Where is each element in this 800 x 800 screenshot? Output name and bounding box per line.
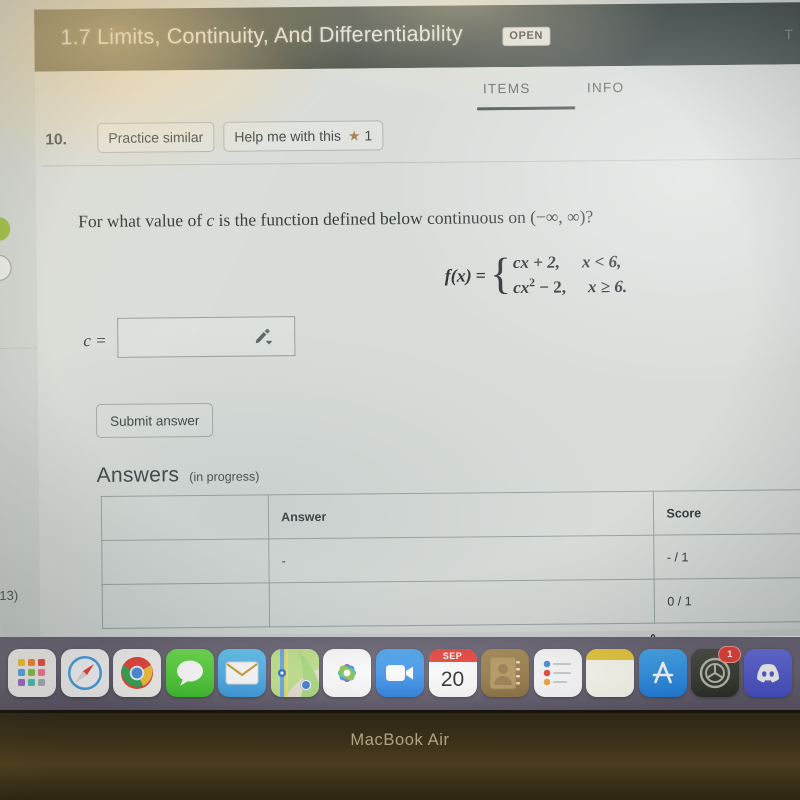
row2-blank [102, 582, 270, 629]
answers-table: Answer Score - - / 1 0 / 1 [101, 489, 800, 629]
dock-icon-row: SEP 20 1 [0, 643, 800, 703]
tab-active-indicator [477, 106, 576, 110]
row2-answer [269, 579, 656, 627]
submit-answer-label: Submit answer [110, 412, 200, 429]
system-settings-icon[interactable]: 1 [691, 646, 742, 697]
answers-status: (in progress) [189, 469, 260, 485]
maps-icon[interactable] [270, 649, 319, 697]
problem-number: 10. [45, 131, 68, 149]
practice-similar-button[interactable]: Practice similar [97, 121, 215, 154]
discord-icon[interactable] [743, 649, 792, 697]
bezel-edge-line [0, 710, 800, 713]
progress-dot-outline[interactable]: : [0, 254, 12, 282]
photograph-of-laptop-screen: : /13) 1.7 Limits, Continuity, And Diffe… [0, 0, 800, 800]
calendar-month: SEP [428, 649, 477, 662]
app-store-icon[interactable] [638, 649, 687, 697]
mail-icon[interactable] [218, 649, 267, 697]
help-count: 1 [364, 127, 373, 144]
case1-expression: cx + 2, [512, 252, 561, 273]
help-me-label: Help me with this [234, 127, 342, 145]
header-cutoff-text: T [784, 26, 794, 43]
table-row[interactable]: 0 / 1 [102, 577, 800, 629]
question-prompt-part2: is the function defined below continuous… [214, 206, 531, 230]
photos-icon[interactable] [323, 649, 372, 697]
pencil-icon[interactable] [253, 327, 273, 345]
sidebar-score-fragment: /13) [0, 587, 19, 604]
hand-cursor-icon [645, 630, 668, 637]
piecewise-function: f(x) = { cx + 2, x < 6, cx2 − 2, x ≥ 6. [444, 248, 628, 300]
table-row[interactable]: - - / 1 [101, 533, 800, 585]
settings-badge: 1 [718, 646, 742, 663]
table-header-row: Answer Score [101, 489, 800, 541]
device-label: MacBook Air [350, 731, 450, 749]
column-header-blank [101, 494, 269, 541]
screen-content: : /13) 1.7 Limits, Continuity, And Diffe… [0, 0, 800, 637]
column-header-score: Score [653, 489, 800, 536]
case2-expression-base: cx [513, 277, 530, 297]
row1-score: - / 1 [654, 533, 800, 580]
row2-score: 0 / 1 [654, 577, 800, 624]
laptop-bezel [0, 710, 800, 800]
practice-similar-label: Practice similar [108, 128, 204, 146]
app-header-bar: 1.7 Limits, Continuity, And Differentiab… [34, 2, 800, 72]
question-prompt: For what value of c is the function defi… [78, 206, 593, 232]
case2-expression-tail: − 2, [534, 277, 567, 297]
assignment-page: ITEMS INFO 10. Practice similar Help me … [34, 64, 800, 637]
status-badge: OPEN [502, 26, 551, 47]
case2-condition: x ≥ 6. [587, 276, 628, 296]
messages-icon[interactable] [165, 649, 214, 697]
answers-heading: Answers (in progress) [96, 462, 259, 488]
laptop-screen: : /13) 1.7 Limits, Continuity, And Diffe… [0, 0, 800, 637]
launchpad-icon[interactable] [8, 649, 56, 697]
tab-bar: ITEMS INFO [465, 73, 715, 115]
calendar-day: 20 [440, 667, 465, 691]
safari-icon[interactable] [60, 649, 109, 697]
calendar-icon[interactable]: SEP 20 [428, 649, 477, 697]
left-brace: { [489, 248, 512, 299]
facetime-icon[interactable] [375, 649, 424, 697]
notes-header-band [586, 649, 635, 660]
contacts-icon[interactable] [481, 649, 530, 697]
equals-sign: = [475, 265, 487, 286]
row1-blank [101, 538, 270, 585]
answer-input-label: c = [83, 330, 107, 351]
function-cases: cx + 2, x < 6, cx2 − 2, x ≥ 6. [513, 251, 627, 300]
column-header-answer: Answer [268, 491, 655, 539]
case1-condition: x < 6, [581, 251, 622, 272]
help-me-with-this-button[interactable]: Help me with this ★ 1 [223, 120, 384, 152]
tab-items[interactable]: ITEMS [483, 81, 531, 96]
row1-answer: - [268, 535, 655, 583]
answers-title: Answers [96, 463, 180, 488]
question-prompt-part1: For what value of [78, 209, 207, 232]
progress-dot-green[interactable] [0, 216, 11, 242]
case-row-1: cx + 2, x < 6, [513, 252, 622, 272]
star-icon: ★ [347, 127, 361, 144]
notes-icon[interactable] [586, 649, 635, 697]
question-interval: (−∞, ∞)? [530, 206, 594, 227]
page-title: 1.7 Limits, Continuity, And Differentiab… [60, 21, 464, 50]
case-row-2: cx2 − 2, x ≥ 6. [513, 276, 628, 297]
notes-body [586, 660, 635, 697]
submit-answer-button[interactable]: Submit answer [95, 402, 214, 439]
tab-info[interactable]: INFO [587, 80, 625, 95]
reminders-icon[interactable] [533, 649, 582, 697]
chrome-icon[interactable] [113, 649, 162, 697]
function-name: f(x) [444, 265, 472, 286]
